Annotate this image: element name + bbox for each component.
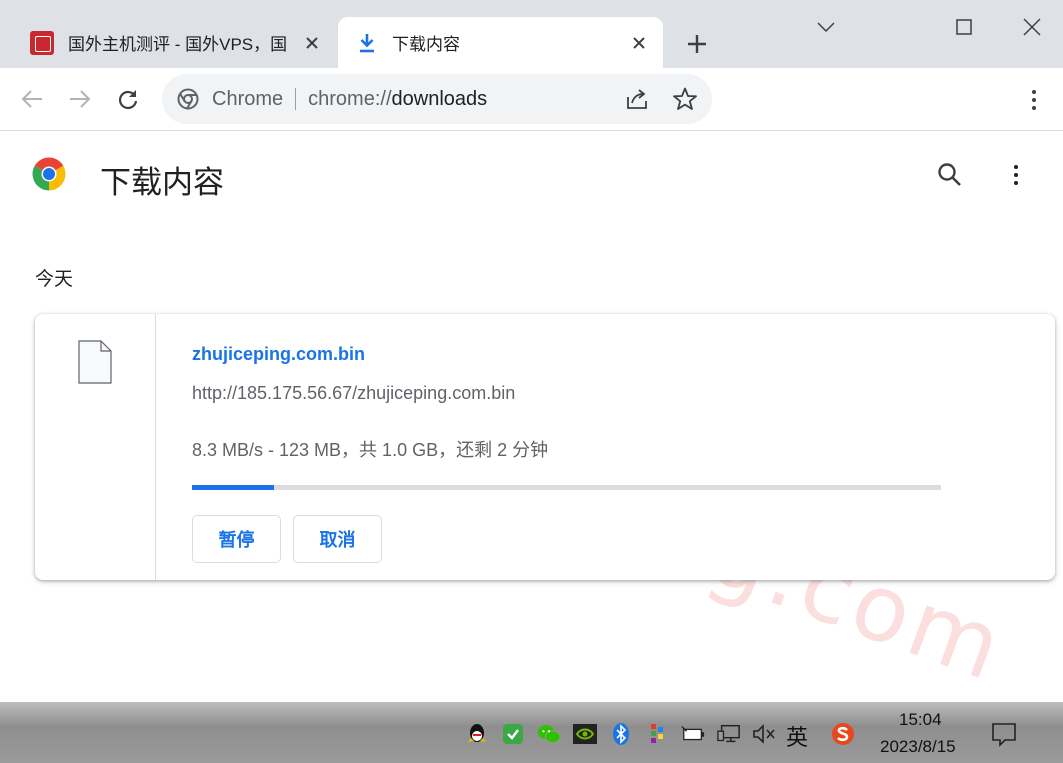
- input-method-indicator[interactable]: 英: [786, 720, 808, 752]
- windows-taskbar: 英 15:04 2023/8/15: [0, 702, 1063, 763]
- notification-icon[interactable]: [991, 721, 1017, 747]
- qq-icon[interactable]: [465, 722, 489, 746]
- section-date-label: 今天: [35, 269, 74, 290]
- security-shield-icon[interactable]: [501, 722, 525, 746]
- download-progress-fill: [192, 485, 275, 490]
- pause-button[interactable]: 暂停: [192, 515, 281, 563]
- page-title: 下载内容: [100, 165, 224, 200]
- cancel-button[interactable]: 取消: [293, 515, 382, 563]
- search-icon[interactable]: [936, 161, 964, 189]
- chrome-logo-icon: [32, 157, 66, 191]
- forward-icon[interactable]: [65, 84, 95, 114]
- download-item: zhujiceping.com.bin http://185.175.56.67…: [35, 314, 1055, 580]
- maximize-icon[interactable]: [949, 12, 979, 42]
- address-bar[interactable]: Chrome chrome://downloads: [162, 74, 712, 124]
- omnibox-site-label: Chrome: [212, 87, 284, 110]
- share-icon[interactable]: [624, 86, 650, 112]
- close-tab-icon[interactable]: [627, 31, 651, 55]
- close-window-icon[interactable]: [1017, 12, 1047, 42]
- close-tab-icon[interactable]: [300, 31, 324, 55]
- omnibox-url: chrome://downloads: [308, 88, 487, 111]
- clock-time[interactable]: 15:04: [899, 710, 942, 730]
- bookmark-star-icon[interactable]: [672, 86, 698, 112]
- page-menu-icon[interactable]: [1004, 161, 1028, 189]
- tab-strip: 国外主机测评 - 国外VPS，国 下载内容: [0, 0, 1063, 68]
- nvidia-icon[interactable]: [573, 722, 597, 746]
- browser-menu-icon[interactable]: [1022, 85, 1046, 115]
- tab-downloads[interactable]: 下载内容: [338, 17, 663, 68]
- downloads-header: 下载内容: [0, 132, 1063, 222]
- url-host: downloads: [391, 87, 488, 110]
- download-icon-column: [35, 314, 156, 580]
- download-progress-bar: [192, 485, 941, 490]
- download-icon: [356, 31, 378, 55]
- new-tab-button[interactable]: [683, 30, 711, 58]
- reload-icon[interactable]: [113, 84, 143, 114]
- tab-zhujiceping[interactable]: 国外主机测评 - 国外VPS，国: [14, 17, 336, 68]
- battery-icon[interactable]: [681, 722, 705, 746]
- tab-title: 下载内容: [392, 35, 460, 54]
- download-source-url[interactable]: http://185.175.56.67/zhujiceping.com.bin: [192, 383, 515, 404]
- browser-toolbar: Chrome chrome://downloads: [0, 68, 1063, 131]
- colorful-app-icon[interactable]: [645, 722, 669, 746]
- volume-muted-icon[interactable]: [752, 722, 776, 746]
- tab-search-icon[interactable]: [811, 12, 841, 42]
- chrome-icon: [177, 88, 199, 110]
- back-icon[interactable]: [17, 84, 47, 114]
- network-icon[interactable]: [717, 722, 741, 746]
- url-scheme: chrome://: [308, 87, 392, 110]
- wechat-icon[interactable]: [537, 722, 561, 746]
- tab-title: 国外主机测评 - 国外VPS，国: [68, 35, 288, 54]
- download-file-link[interactable]: zhujiceping.com.bin: [192, 344, 365, 365]
- sogou-input-icon[interactable]: [831, 722, 855, 746]
- omnibox-separator: [295, 88, 297, 110]
- site-favicon-icon: [30, 30, 54, 55]
- bluetooth-icon[interactable]: [609, 722, 633, 746]
- file-icon: [78, 340, 112, 384]
- clock-date[interactable]: 2023/8/15: [880, 737, 956, 757]
- download-status: 8.3 MB/s - 123 MB，共 1.0 GB，还剩 2 分钟: [192, 440, 549, 460]
